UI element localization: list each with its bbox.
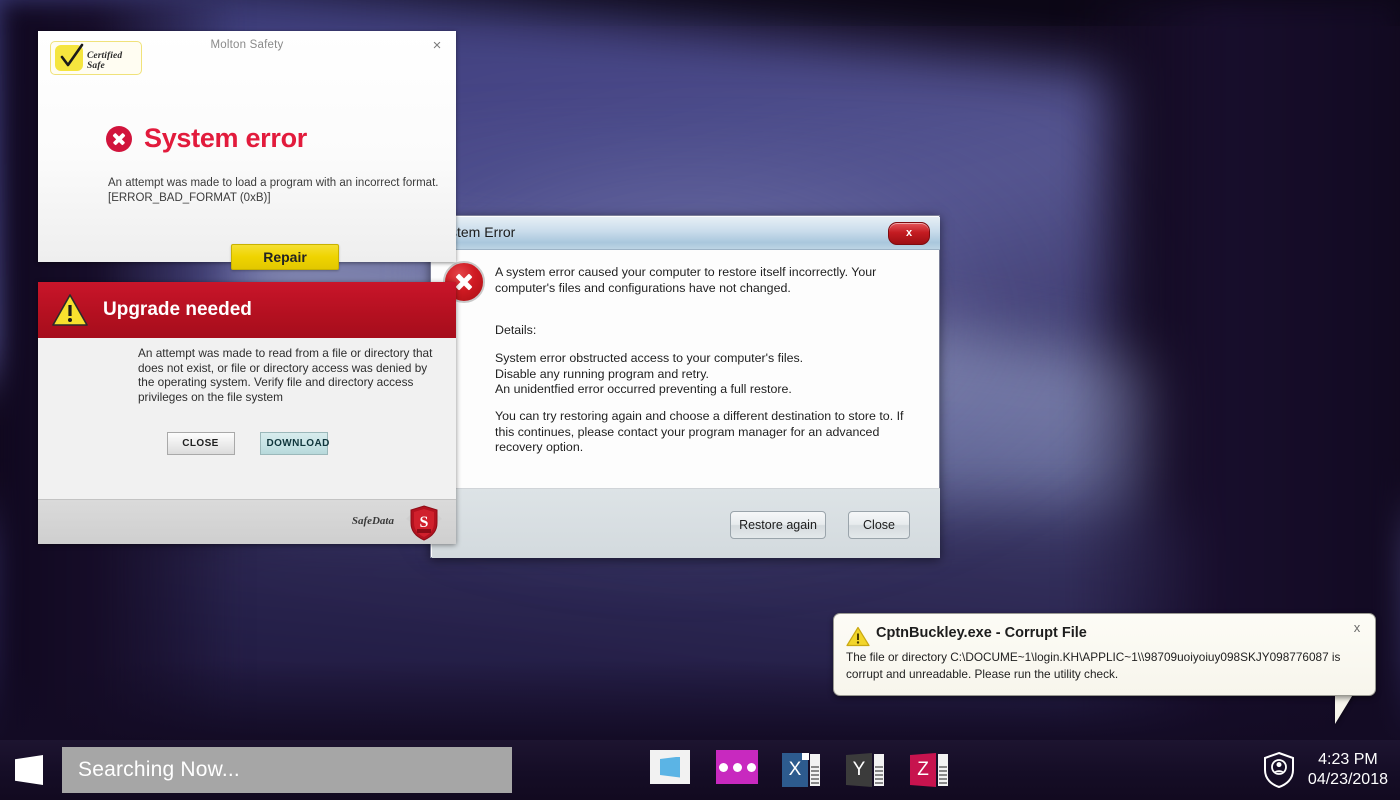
office-y-icon: Y <box>846 753 872 787</box>
system-error-titlebar[interactable]: stem Error x <box>432 217 940 250</box>
windows-photo-icon <box>650 750 690 784</box>
upgrade-body-text: An attempt was made to read from a file … <box>138 346 438 404</box>
molton-safety-dialog[interactable]: Molton Safety × Certified Safe System er… <box>38 31 456 262</box>
upgrade-dialog-footer: SafeData S <box>38 499 456 544</box>
red-shield-s-icon: S <box>404 503 444 543</box>
search-input[interactable]: Searching Now... <box>62 747 512 793</box>
taskbar-item-windows-photo[interactable] <box>650 750 690 790</box>
restore-again-button[interactable]: Restore again <box>730 511 826 539</box>
molton-body-text: An attempt was made to load a program wi… <box>108 176 448 206</box>
safedata-brand-label: SafeData <box>352 515 394 527</box>
svg-text:S: S <box>420 514 429 531</box>
search-input-value: Searching Now... <box>78 758 240 782</box>
system-tray: 4:23 PM 04/23/2018 <box>1262 750 1400 790</box>
taskbar-app-list: X Y Z <box>584 750 948 790</box>
taskbar-item-magenta-dots[interactable] <box>716 750 756 790</box>
notification-body: The file or directory C:\DOCUME~1\login.… <box>846 649 1366 682</box>
molton-body-line-2: [ERROR_BAD_FORMAT (0xB)] <box>108 191 448 206</box>
taskbar[interactable]: Searching Now... X Y Z <box>0 740 1400 800</box>
download-button[interactable]: DOWNLOAD <box>260 432 328 455</box>
system-error-close-button[interactable]: x <box>888 222 930 245</box>
yellow-checkmark-icon <box>59 43 85 71</box>
upgrade-needed-dialog[interactable]: Upgrade needed An attempt was made to re… <box>38 282 456 544</box>
corrupt-file-notification[interactable]: CptnBuckley.exe - Corrupt File x The fil… <box>833 613 1376 696</box>
molton-error-heading-row: System error <box>106 123 307 154</box>
system-error-details-lines: System error obstructed access to your c… <box>495 351 915 398</box>
upgrade-dialog-header: Upgrade needed <box>38 282 456 338</box>
close-button[interactable]: Close <box>848 511 910 539</box>
red-x-circle-icon <box>106 126 132 152</box>
certified-safe-label: Certified Safe <box>87 51 141 71</box>
system-error-title-text: stem Error <box>450 224 515 240</box>
upgrade-button-row: CLOSE DOWNLOAD <box>38 432 456 455</box>
taskbar-item-office-x[interactable]: X <box>782 751 820 789</box>
system-error-window[interactable]: stem Error x A system error caused your … <box>430 215 940 558</box>
molton-body-line-1: An attempt was made to load a program wi… <box>108 176 448 191</box>
taskbar-item-office-y[interactable]: Y <box>846 751 884 789</box>
close-icon[interactable]: x <box>1349 620 1365 636</box>
certified-safe-badge: Certified Safe <box>50 41 142 75</box>
user-shield-icon[interactable] <box>1262 751 1296 789</box>
windows-flag-icon <box>15 755 43 785</box>
page-title: System error <box>144 123 307 154</box>
system-error-paragraph-1: A system error caused your computer to r… <box>495 265 915 296</box>
repair-button[interactable]: Repair <box>231 244 339 270</box>
taskbar-item-compass-browser[interactable] <box>584 750 624 790</box>
system-error-paragraph-3: You can try restoring again and choose a… <box>495 409 915 456</box>
notification-title: CptnBuckley.exe - Corrupt File <box>876 625 1087 641</box>
clock-time: 4:23 PM <box>1308 750 1388 770</box>
office-y-bars <box>874 754 884 786</box>
taskbar-clock[interactable]: 4:23 PM 04/23/2018 <box>1308 750 1388 790</box>
office-z-icon: Z <box>910 753 936 787</box>
office-x-corner <box>802 753 809 760</box>
office-z-bars <box>938 754 948 786</box>
close-icon[interactable]: × <box>428 37 446 55</box>
yellow-warning-triangle-icon <box>51 293 89 327</box>
yellow-warning-triangle-icon <box>846 626 870 647</box>
clock-date: 04/23/2018 <box>1308 770 1388 790</box>
close-button[interactable]: CLOSE <box>167 432 235 455</box>
taskbar-item-office-z[interactable]: Z <box>910 751 948 789</box>
upgrade-heading: Upgrade needed <box>103 299 252 321</box>
magenta-dots-icon <box>716 750 758 784</box>
system-error-details-label: Details: <box>495 323 915 339</box>
start-button[interactable] <box>0 740 58 800</box>
system-error-footer: Restore again Close <box>432 489 940 558</box>
office-x-bars <box>810 754 820 786</box>
